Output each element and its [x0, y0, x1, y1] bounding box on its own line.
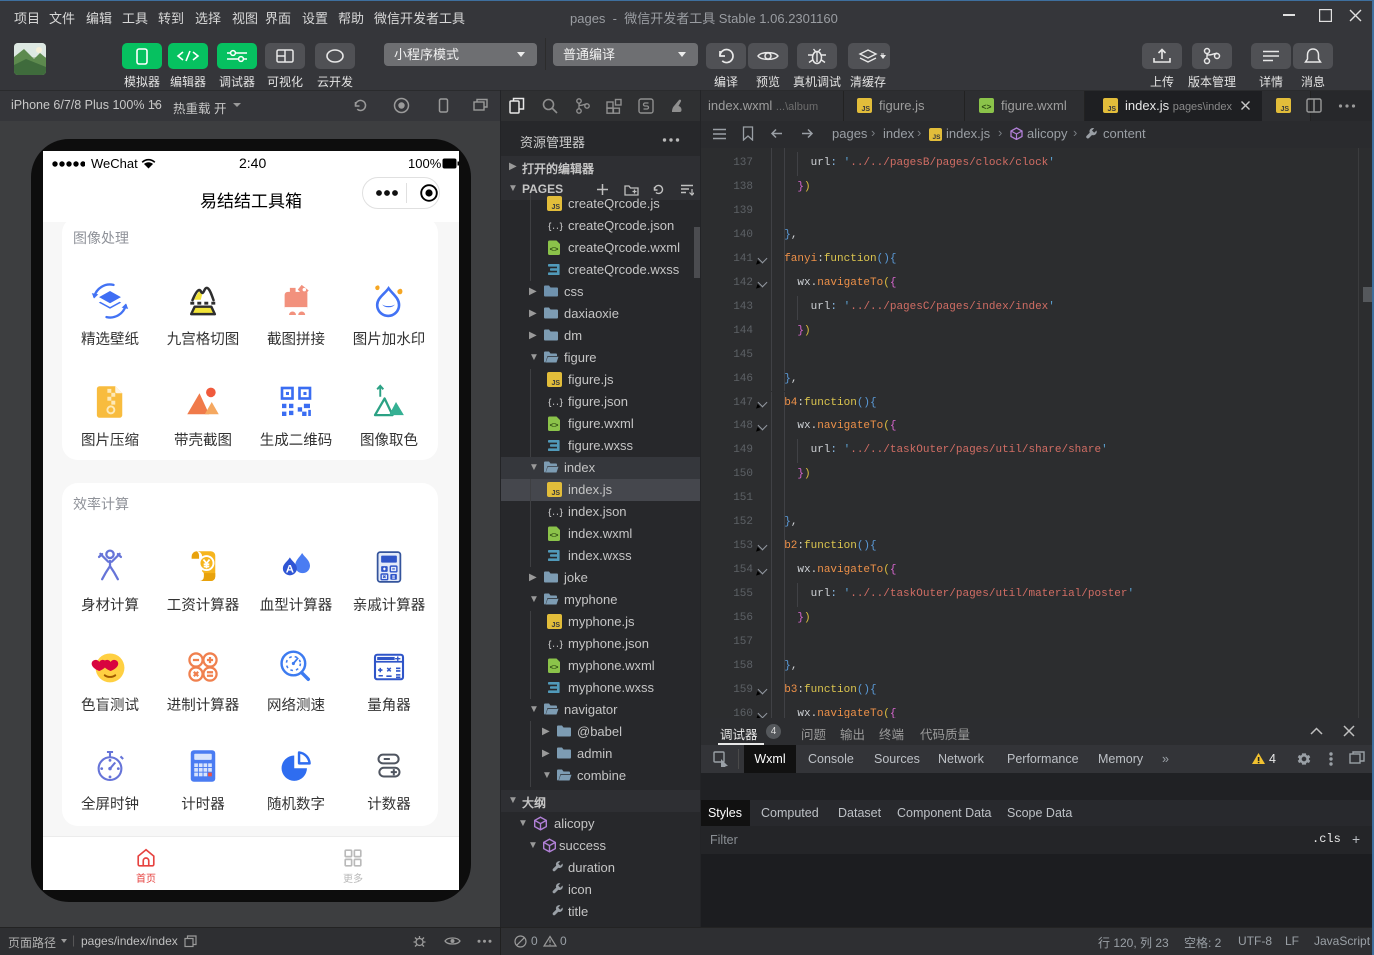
svg-text:JS: JS: [933, 134, 942, 141]
svg-text:JS: JS: [1107, 106, 1116, 113]
svg-text:<>: <>: [982, 102, 992, 112]
svg-text:{..}: {..}: [548, 397, 563, 408]
svg-text:{..}: {..}: [548, 507, 563, 518]
svg-text:JS: JS: [551, 490, 560, 497]
svg-text:<>: <>: [550, 662, 559, 671]
svg-text:JS: JS: [861, 106, 870, 113]
svg-text:<>: <>: [550, 530, 559, 539]
svg-text:A: A: [286, 563, 294, 575]
svg-text:JS: JS: [551, 622, 560, 629]
svg-text:<>: <>: [550, 420, 559, 429]
svg-text:{..}: {..}: [548, 639, 563, 650]
svg-text:JS: JS: [551, 380, 560, 387]
svg-text:JS: JS: [1280, 106, 1289, 113]
svg-text:<>: <>: [550, 244, 559, 253]
svg-text:JS: JS: [551, 204, 560, 211]
svg-text:{..}: {..}: [548, 221, 563, 232]
